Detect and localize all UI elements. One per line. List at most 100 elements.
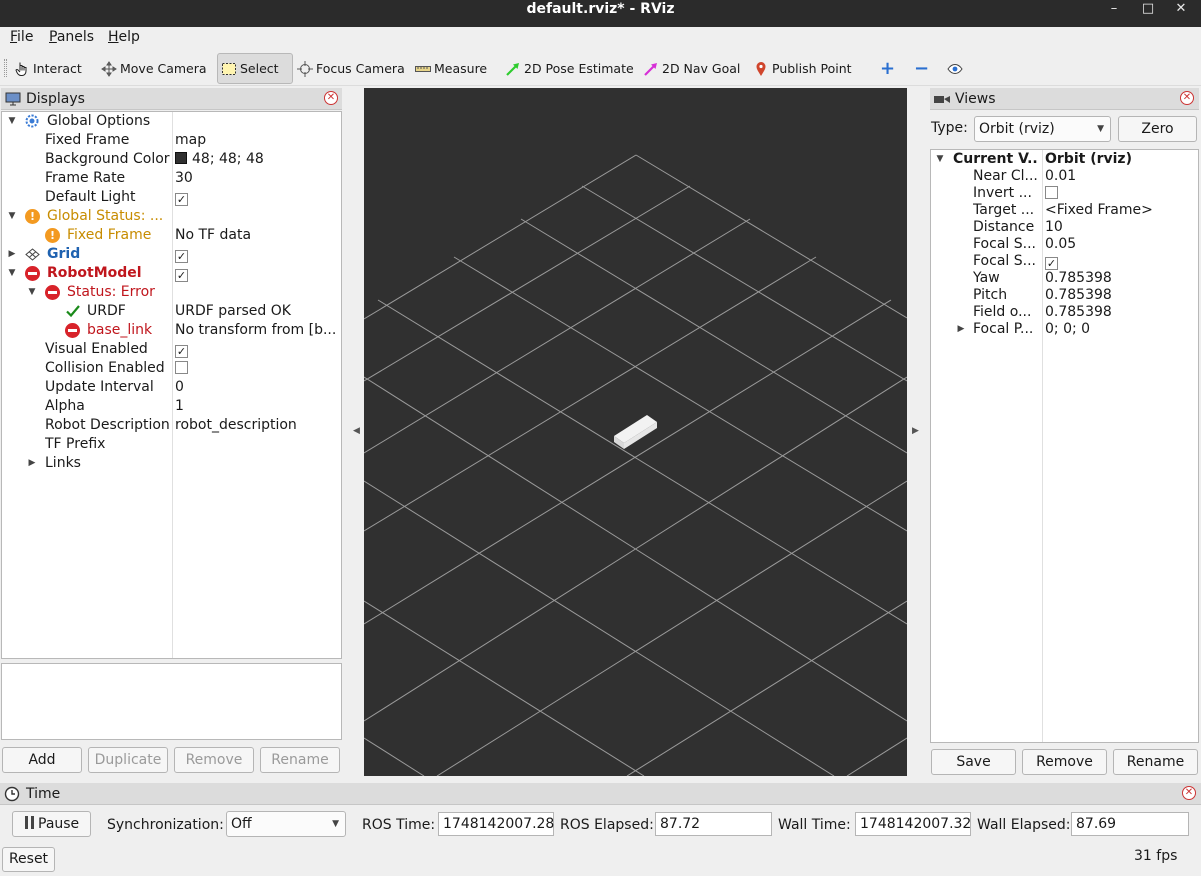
wall-time-field[interactable]: 1748142007.32 — [855, 812, 971, 836]
close-time-icon[interactable]: ✕ — [1182, 786, 1196, 800]
focal-point-value[interactable]: 0; 0; 0 — [1045, 321, 1090, 338]
menu-panels[interactable]: Panels — [49, 29, 94, 45]
tree-row-urdf[interactable]: URDF URDF parsed OK — [2, 302, 341, 321]
remove-view-button[interactable]: Remove — [1022, 749, 1107, 775]
toolbar-grip[interactable] — [4, 59, 7, 77]
expand-arrow-icon[interactable]: ▼ — [7, 112, 17, 131]
tree-row-frame-rate[interactable]: Frame Rate 30 — [2, 169, 341, 188]
minimize-icon[interactable]: – — [1105, 0, 1123, 18]
target-frame-value[interactable]: <Fixed Frame> — [1045, 202, 1153, 219]
frame-rate-value[interactable]: 30 — [175, 169, 338, 188]
tool-visibility-button[interactable] — [947, 53, 966, 84]
add-tool-button[interactable]: + — [880, 53, 895, 84]
expand-arrow-icon[interactable]: ▼ — [7, 207, 17, 226]
background-color-value[interactable]: 48; 48; 48 — [175, 150, 338, 169]
tree-row-current-view[interactable]: ▼ Current V... Orbit (rviz) — [931, 151, 1198, 168]
tree-row-field-of-view[interactable]: Field o... 0.785398 — [931, 304, 1198, 321]
focal-shape-size-value[interactable]: 0.05 — [1045, 236, 1076, 253]
publish-point-tool[interactable]: Publish Point — [753, 53, 852, 84]
ros-elapsed-field[interactable]: 87.72 — [655, 812, 772, 836]
displays-panel-header[interactable]: Displays ✕ — [1, 88, 342, 110]
invert-value[interactable] — [1045, 185, 1058, 202]
field-of-view-value[interactable]: 0.785398 — [1045, 304, 1112, 321]
tree-row-tf-prefix[interactable]: TF Prefix — [2, 435, 341, 454]
tree-row-focal-point[interactable]: ▶ Focal P... 0; 0; 0 — [931, 321, 1198, 338]
expand-arrow-icon[interactable]: ▼ — [7, 264, 17, 283]
wall-elapsed-field[interactable]: 87.69 — [1071, 812, 1189, 836]
default-light-value[interactable]: ✓ — [175, 188, 338, 207]
sync-select[interactable]: Off ▼ — [226, 811, 346, 837]
ros-time-field[interactable]: 1748142007.28 — [438, 812, 554, 836]
distance-value[interactable]: 10 — [1045, 219, 1063, 236]
move-camera-tool[interactable]: Move Camera — [101, 53, 207, 84]
update-interval-value[interactable]: 0 — [175, 378, 338, 397]
views-panel-header[interactable]: Views ✕ — [930, 88, 1199, 110]
add-display-button[interactable]: Add — [2, 747, 82, 773]
pose-estimate-tool[interactable]: 2D Pose Estimate — [505, 53, 634, 84]
right-splitter-arrow-icon[interactable]: ▶ — [912, 426, 919, 436]
views-property-tree[interactable]: ▼ Current V... Orbit (rviz) Near Cl... 0… — [930, 149, 1199, 743]
robot-model-value[interactable]: ✓ — [175, 264, 338, 283]
reset-button[interactable]: Reset — [2, 847, 55, 872]
tree-row-global-options[interactable]: ▼ Global Options — [2, 112, 341, 131]
select-tool[interactable]: Select — [217, 53, 293, 84]
tree-row-focal-shape-fixed[interactable]: Focal S... ✓ — [931, 253, 1198, 270]
near-clip-value[interactable]: 0.01 — [1045, 168, 1076, 185]
tree-row-background-color[interactable]: Background Color 48; 48; 48 — [2, 150, 341, 169]
close-window-icon[interactable]: ✕ — [1172, 0, 1190, 18]
robot-description-value[interactable]: robot_description — [175, 416, 338, 435]
tree-row-near-clip[interactable]: Near Cl... 0.01 — [931, 168, 1198, 185]
measure-tool[interactable]: Measure — [415, 53, 487, 84]
tree-row-visual-enabled[interactable]: Visual Enabled ✓ — [2, 340, 341, 359]
render-view[interactable] — [364, 88, 907, 776]
tree-row-robot-description[interactable]: Robot Description robot_description — [2, 416, 341, 435]
expand-arrow-icon[interactable]: ▼ — [935, 151, 945, 168]
maximize-icon[interactable]: □ — [1139, 0, 1157, 18]
menu-file[interactable]: File — [10, 29, 33, 45]
duplicate-display-button[interactable]: Duplicate — [88, 747, 168, 773]
yaw-value[interactable]: 0.785398 — [1045, 270, 1112, 287]
default-light-checkbox[interactable]: ✓ — [175, 193, 188, 206]
tree-row-pitch[interactable]: Pitch 0.785398 — [931, 287, 1198, 304]
robot-model-checkbox[interactable]: ✓ — [175, 269, 188, 282]
pause-button[interactable]: Pause — [12, 811, 91, 837]
tree-row-status-fixed-frame[interactable]: ! Fixed Frame No TF data — [2, 226, 341, 245]
color-swatch[interactable] — [175, 152, 187, 164]
save-view-button[interactable]: Save — [931, 749, 1016, 775]
tree-row-update-interval[interactable]: Update Interval 0 — [2, 378, 341, 397]
interact-tool[interactable]: Interact — [14, 53, 82, 84]
alpha-value[interactable]: 1 — [175, 397, 338, 416]
tree-row-global-status[interactable]: ▼ ! Global Status: ... — [2, 207, 341, 226]
fixed-frame-value[interactable]: map — [175, 131, 338, 150]
tree-row-invert[interactable]: Invert ... — [931, 185, 1198, 202]
focus-camera-tool[interactable]: Focus Camera — [297, 53, 405, 84]
menu-help[interactable]: Help — [108, 29, 140, 45]
rename-view-button[interactable]: Rename — [1113, 749, 1198, 775]
tree-row-target-frame[interactable]: Target ... <Fixed Frame> — [931, 202, 1198, 219]
tree-row-grid[interactable]: ▶ Grid ✓ — [2, 245, 341, 264]
tree-row-status-error[interactable]: ▼ Status: Error — [2, 283, 341, 302]
focal-shape-fixed-checkbox[interactable]: ✓ — [1045, 257, 1058, 270]
remove-display-button[interactable]: Remove — [174, 747, 254, 773]
expand-arrow-icon[interactable]: ▼ — [27, 283, 37, 302]
tree-row-yaw[interactable]: Yaw 0.785398 — [931, 270, 1198, 287]
grid-value[interactable]: ✓ — [175, 245, 338, 264]
tree-row-base-link[interactable]: base_link No transform from [b... — [2, 321, 341, 340]
displays-tree[interactable]: ▼ Global Options Fixed Frame map Backgro… — [1, 111, 342, 659]
time-panel-header[interactable]: Time ✕ — [0, 783, 1201, 805]
close-views-icon[interactable]: ✕ — [1180, 91, 1194, 105]
zero-view-button[interactable]: Zero — [1118, 116, 1197, 142]
rename-display-button[interactable]: Rename — [260, 747, 340, 773]
collapse-arrow-icon[interactable]: ▶ — [7, 245, 17, 264]
collision-enabled-value[interactable] — [175, 359, 338, 378]
remove-tool-button[interactable]: − — [914, 53, 929, 84]
tree-row-collision-enabled[interactable]: Collision Enabled — [2, 359, 341, 378]
visual-enabled-value[interactable]: ✓ — [175, 340, 338, 359]
nav-goal-tool[interactable]: 2D Nav Goal — [643, 53, 740, 84]
collapse-arrow-icon[interactable]: ▶ — [27, 454, 37, 473]
close-displays-icon[interactable]: ✕ — [324, 91, 338, 105]
pitch-value[interactable]: 0.785398 — [1045, 287, 1112, 304]
grid-checkbox[interactable]: ✓ — [175, 250, 188, 263]
tree-row-focal-shape-size[interactable]: Focal S... 0.05 — [931, 236, 1198, 253]
robot-box[interactable] — [614, 415, 657, 449]
